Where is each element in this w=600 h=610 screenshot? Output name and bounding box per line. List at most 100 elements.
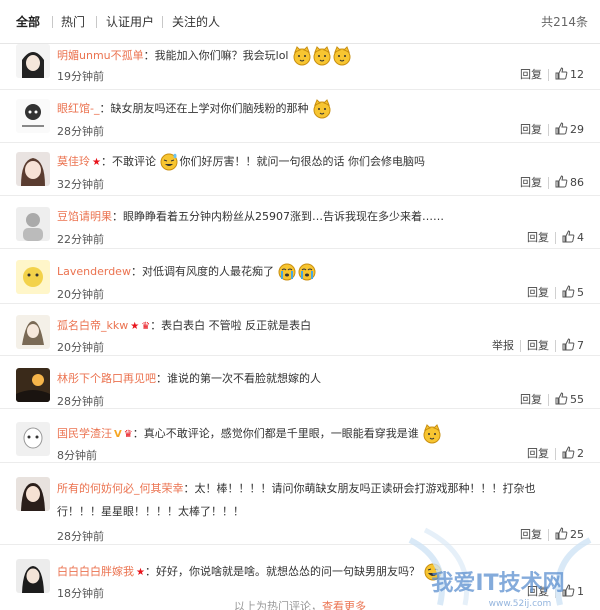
comment-username[interactable]: 莫佳玲 bbox=[57, 155, 90, 168]
action-divider bbox=[555, 232, 556, 244]
hot-comments-note: 以上为热门评论， bbox=[234, 600, 322, 610]
like-button[interactable]: 2 bbox=[562, 446, 584, 462]
crying-emoji-icon bbox=[278, 263, 296, 281]
comment-text: ：表白表白 不管啦 反正就是表白 bbox=[150, 319, 312, 332]
comment-item: 眼红馆-_：缺女朋友吗还在上学对你们脑残粉的那种 28分钟前 回复 29 bbox=[0, 90, 600, 143]
reply-button[interactable]: 回复 bbox=[520, 392, 542, 408]
comment-username[interactable]: 豆馅请明果 bbox=[57, 210, 112, 223]
tab-divider bbox=[52, 16, 53, 28]
comment-text: ：缺女朋友吗还在上学对你们脑残粉的那种 bbox=[99, 102, 309, 115]
action-divider bbox=[548, 177, 549, 189]
reply-button[interactable]: 回复 bbox=[527, 338, 549, 354]
avatar[interactable] bbox=[16, 422, 50, 456]
comment-item: 明媚unmu不孤单：我能加入你们嘛？我会玩lol 19分钟前 回复 12 bbox=[0, 37, 600, 90]
tab-divider bbox=[162, 16, 163, 28]
cat-face-emoji-icon bbox=[423, 424, 441, 444]
action-divider bbox=[555, 586, 556, 598]
comment-time: 20分钟前 bbox=[57, 288, 104, 301]
like-button[interactable]: 55 bbox=[555, 392, 584, 408]
action-divider bbox=[555, 340, 556, 352]
like-button[interactable]: 12 bbox=[555, 67, 584, 83]
thumbs-up-icon bbox=[555, 175, 568, 188]
like-button[interactable]: 7 bbox=[562, 338, 584, 354]
like-count: 2 bbox=[577, 447, 584, 460]
comment-text-continued: 你们好厉害！！就问一句很怂的话 你们会修电脑吗 bbox=[179, 155, 425, 168]
avatar[interactable] bbox=[16, 559, 50, 593]
thumbs-up-icon bbox=[555, 527, 568, 540]
cat-face-emoji-icon bbox=[313, 99, 331, 119]
comment-username[interactable]: 所有的何妨何必_何其荣幸 bbox=[57, 482, 184, 495]
thumbs-up-icon bbox=[555, 67, 568, 80]
avatar[interactable] bbox=[16, 315, 50, 349]
action-divider bbox=[520, 340, 521, 352]
comment-time: 28分钟前 bbox=[57, 395, 104, 408]
thumbs-up-icon bbox=[562, 446, 575, 459]
comment-time: 20分钟前 bbox=[57, 341, 104, 354]
comment-item: 莫佳玲 ★：不敢评论 你们好厉害！！就问一句很怂的话 你们会修电脑吗 32分钟前 … bbox=[0, 143, 600, 196]
view-more-link[interactable]: 查看更多 bbox=[322, 600, 366, 610]
comment-text: ：不敢评论 bbox=[100, 155, 156, 168]
sweat-laugh-emoji-icon bbox=[160, 153, 178, 171]
thumbs-up-icon bbox=[555, 392, 568, 405]
comment-item: 所有的何妨何必_何其荣幸：太！棒！！！！请问你萌缺女朋友吗正读研会打游戏那种！！… bbox=[0, 463, 600, 545]
like-button[interactable]: 25 bbox=[555, 527, 584, 543]
comment-time: 28分钟前 bbox=[57, 125, 104, 138]
action-divider bbox=[548, 124, 549, 136]
thumbs-up-icon bbox=[555, 122, 568, 135]
reply-button[interactable]: 回复 bbox=[527, 230, 549, 246]
star-badge-icon: ★ bbox=[92, 156, 101, 168]
cat-face-emoji-icon bbox=[313, 46, 331, 66]
reply-button[interactable]: 回复 bbox=[520, 122, 542, 138]
avatar[interactable] bbox=[16, 44, 50, 78]
comment-time: 22分钟前 bbox=[57, 233, 104, 246]
reply-button[interactable]: 回复 bbox=[527, 285, 549, 301]
avatar[interactable] bbox=[16, 99, 50, 133]
report-button[interactable]: 举报 bbox=[492, 338, 514, 354]
like-button[interactable]: 4 bbox=[562, 230, 584, 246]
like-button[interactable]: 5 bbox=[562, 285, 584, 301]
like-button[interactable]: 29 bbox=[555, 122, 584, 138]
avatar[interactable] bbox=[16, 207, 50, 241]
like-count: 7 bbox=[577, 339, 584, 352]
comment-username[interactable]: Lavenderdew bbox=[57, 265, 131, 278]
tab-verified-users[interactable]: 认证用户 bbox=[106, 14, 154, 30]
comment-text: ：真心不敢评论，感觉你们都是千里眼，一眼能看穿我是谁 bbox=[132, 427, 419, 440]
tab-following[interactable]: 关注的人 bbox=[172, 14, 220, 30]
comment-username[interactable]: 眼红馆-_ bbox=[57, 102, 99, 115]
comment-username[interactable]: 孤名白帝_kkw bbox=[57, 319, 128, 332]
thumbs-up-icon bbox=[562, 285, 575, 298]
comment-time: 28分钟前 bbox=[57, 530, 104, 543]
action-divider bbox=[555, 448, 556, 460]
star-badge-icon: ★ bbox=[136, 566, 145, 578]
comment-time: 32分钟前 bbox=[57, 178, 104, 191]
reply-button[interactable]: 回复 bbox=[520, 67, 542, 83]
like-count: 12 bbox=[570, 68, 584, 81]
like-count: 1 bbox=[577, 585, 584, 598]
like-button[interactable]: 86 bbox=[555, 175, 584, 191]
reply-button[interactable]: 回复 bbox=[527, 446, 549, 462]
like-count: 29 bbox=[570, 123, 584, 136]
like-count: 5 bbox=[577, 286, 584, 299]
action-divider bbox=[548, 394, 549, 406]
comment-username[interactable]: 明媚unmu不孤单 bbox=[57, 49, 144, 62]
like-count: 86 bbox=[570, 176, 584, 189]
reply-button[interactable]: 回复 bbox=[520, 175, 542, 191]
avatar[interactable] bbox=[16, 260, 50, 294]
avatar[interactable] bbox=[16, 477, 50, 511]
comment-text: ：对低调有风度的人最花痴了 bbox=[130, 265, 274, 278]
like-count: 4 bbox=[577, 231, 584, 244]
tab-all[interactable]: 全部 bbox=[16, 14, 40, 30]
avatar[interactable] bbox=[16, 152, 50, 186]
comment-username[interactable]: 白白白白胖嫁我 bbox=[57, 565, 134, 578]
tab-hot[interactable]: 热门 bbox=[61, 14, 85, 30]
comment-username[interactable]: 国民学渣汪 bbox=[57, 427, 112, 440]
comment-item: 林彤下个路口再见吧：谁说的第一次不看脸就想嫁的人 28分钟前 回复 55 bbox=[0, 356, 600, 409]
cat-face-emoji-icon bbox=[293, 46, 311, 66]
action-divider bbox=[548, 529, 549, 541]
reply-button[interactable]: 回复 bbox=[520, 527, 542, 543]
comment-username[interactable]: 林彤下个路口再见吧 bbox=[57, 372, 156, 385]
crown-badge-icon: ♛ bbox=[123, 428, 133, 440]
comment-item: Lavenderdew：对低调有风度的人最花痴了 20分钟前 回复 5 bbox=[0, 249, 600, 304]
laughing-emoji-icon bbox=[424, 563, 442, 581]
avatar[interactable] bbox=[16, 368, 50, 402]
